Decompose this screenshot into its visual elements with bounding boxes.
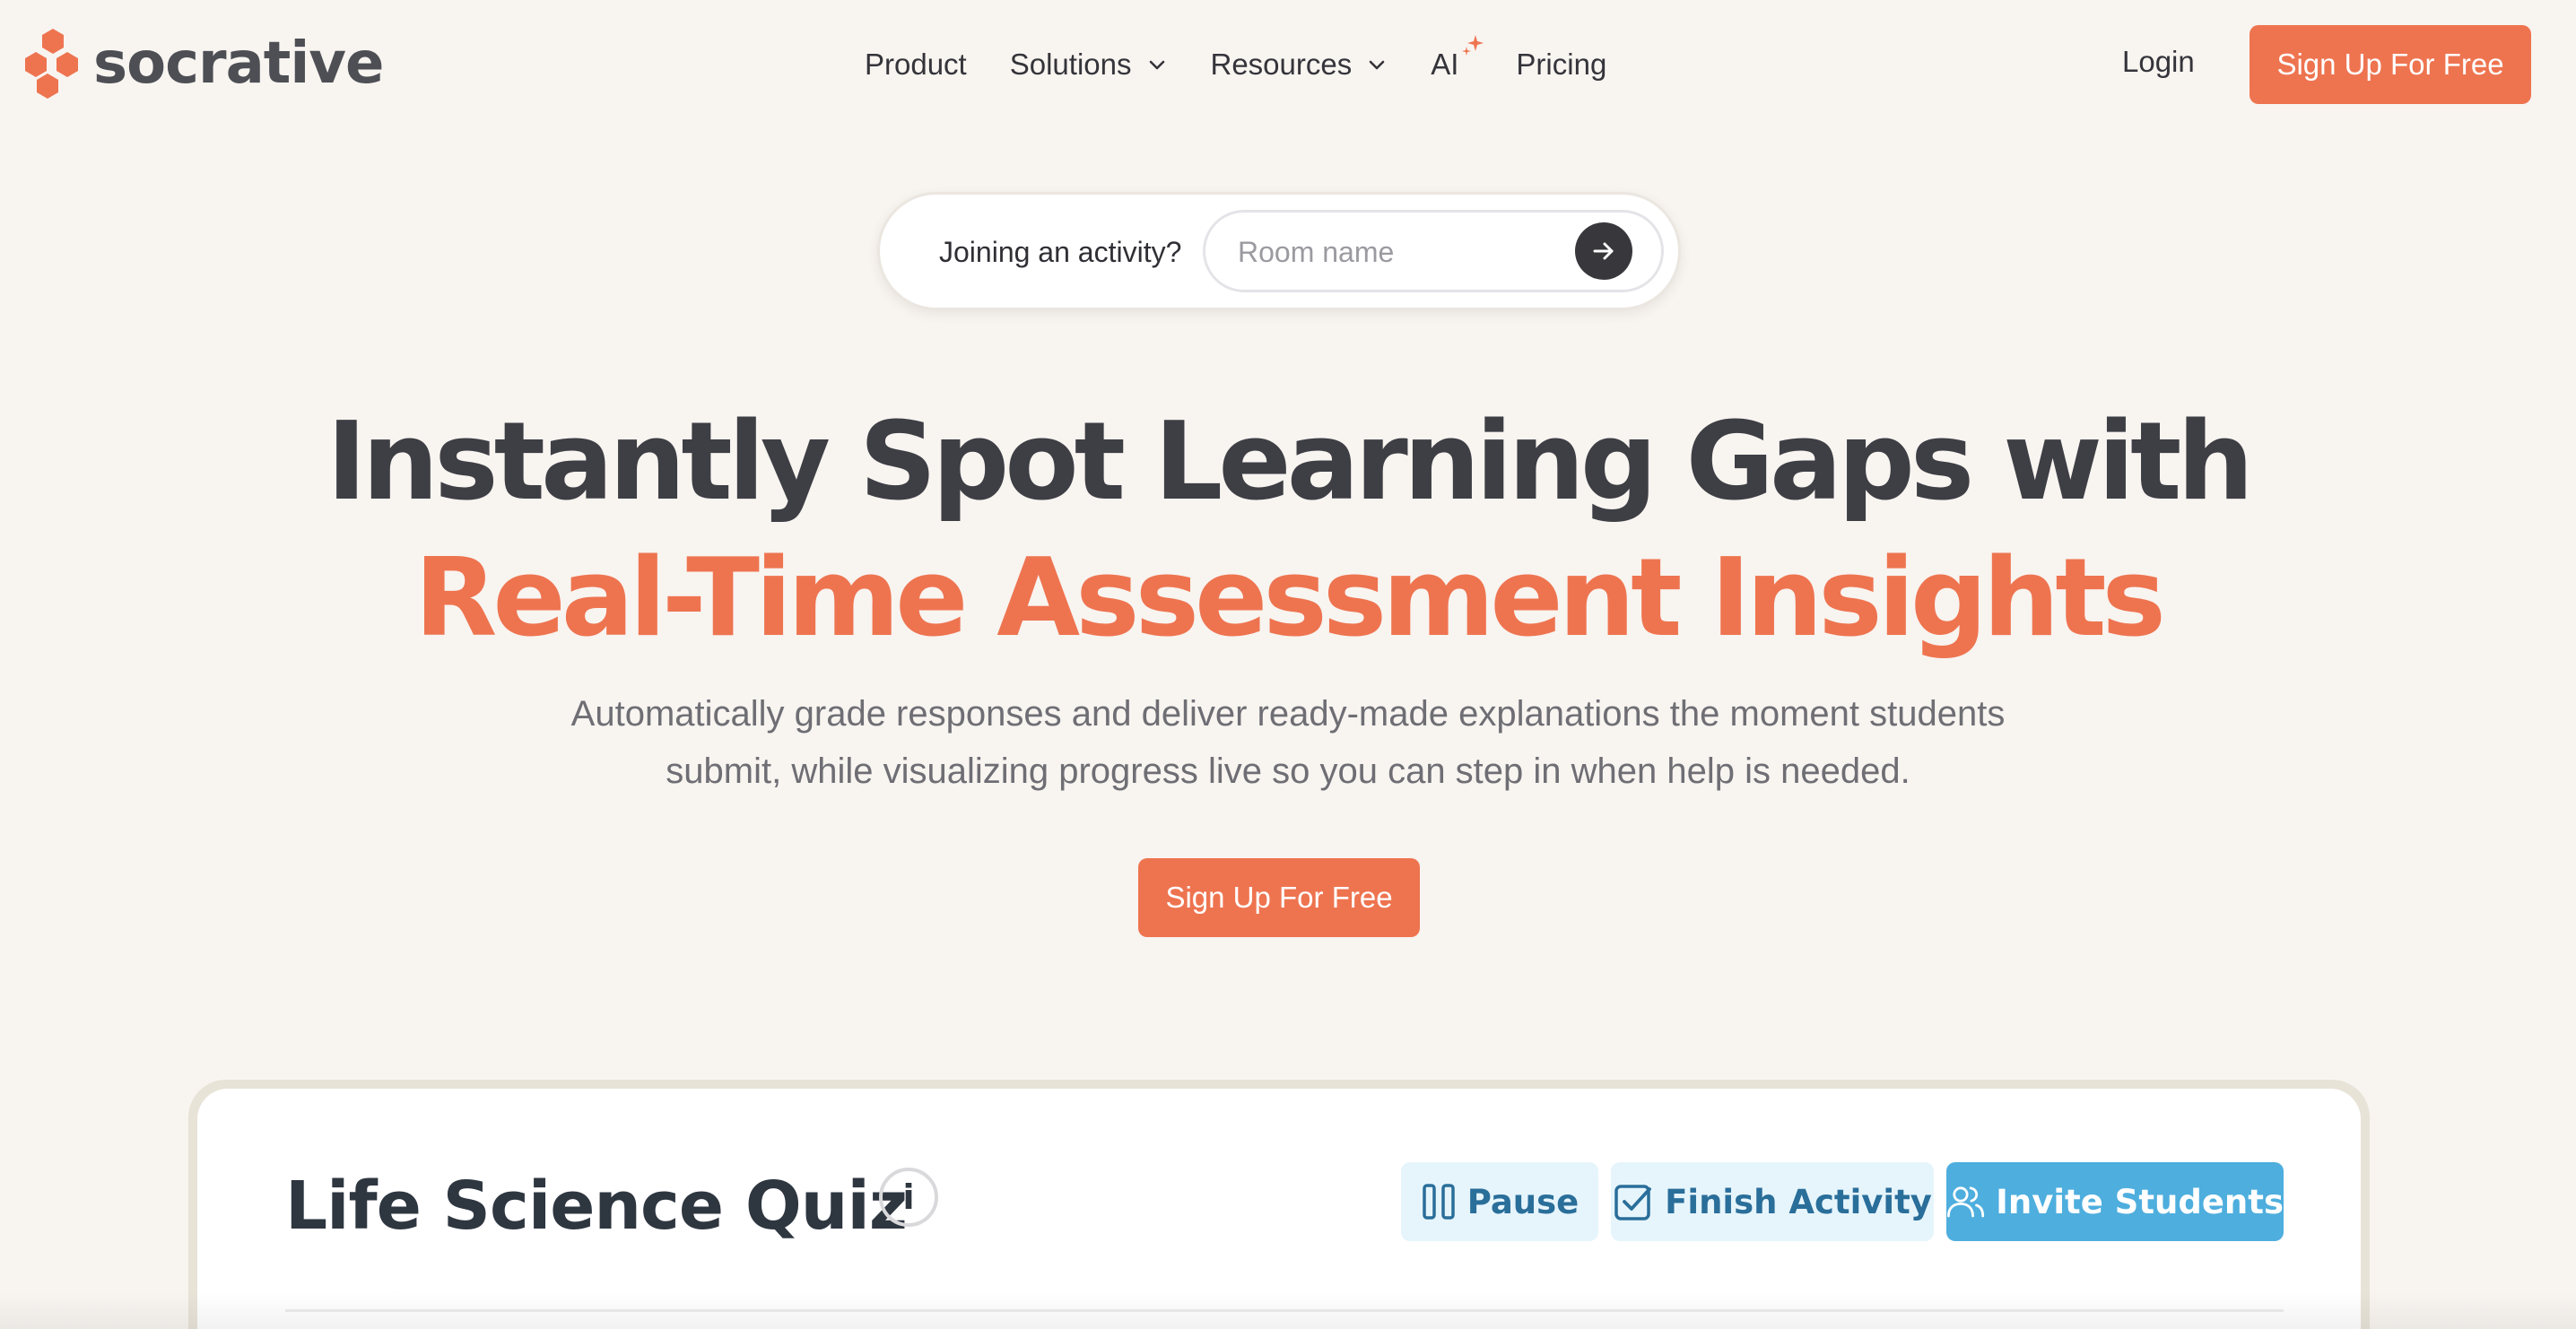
dashboard-preview-frame: Life Science Quiz i Pause Finish Activit… — [188, 1080, 2370, 1329]
login-link[interactable]: Login — [2122, 45, 2195, 79]
nav-item-label: AI — [1431, 48, 1459, 81]
nav-item-ai[interactable]: AI — [1431, 35, 1484, 82]
top-navigation: socrative Product Solutions Resources AI — [0, 0, 2576, 130]
hero-heading-line1: Instantly Spot Learning Gaps with — [326, 400, 2254, 525]
brand-name: socrative — [93, 30, 384, 97]
room-name-field — [1203, 210, 1664, 292]
nav-signup-button[interactable]: Sign Up For Free — [2250, 25, 2531, 104]
info-icon[interactable]: i — [879, 1168, 938, 1227]
divider — [285, 1309, 2284, 1312]
check-square-icon — [1614, 1185, 1652, 1220]
finish-activity-label: Finish Activity — [1665, 1182, 1932, 1221]
hero-subtitle: Automatically grade responses and delive… — [570, 694, 2006, 791]
chevron-down-icon — [1369, 60, 1385, 70]
nav-item-label: Resources — [1210, 48, 1353, 81]
users-icon — [1946, 1186, 1985, 1218]
finish-activity-button[interactable]: Finish Activity — [1611, 1162, 1934, 1241]
sparkle-icon — [1462, 35, 1484, 56]
nav-item-solutions[interactable]: Solutions — [1010, 48, 1168, 82]
join-submit-button[interactable] — [1575, 222, 1632, 280]
join-activity-label: Joining an activity? — [939, 236, 1182, 268]
dashboard-preview-card: Life Science Quiz i Pause Finish Activit… — [197, 1089, 2361, 1329]
nav-item-label: Pricing — [1516, 48, 1607, 81]
nav-item-pricing[interactable]: Pricing — [1516, 48, 1606, 82]
arrow-right-icon — [1593, 242, 1614, 260]
nav-links: Product Solutions Resources AI Pricing — [865, 35, 1649, 86]
nav-item-label: Product — [865, 48, 967, 81]
join-activity-box: Joining an activity? — [877, 192, 1681, 310]
nav-item-resources[interactable]: Resources — [1211, 48, 1388, 82]
pause-icon — [1422, 1184, 1455, 1220]
nav-item-label: Solutions — [1009, 48, 1132, 81]
chevron-down-icon — [1149, 60, 1164, 70]
pause-label: Pause — [1466, 1182, 1580, 1221]
hero-heading-line2: Real-Time Assessment Insights — [414, 536, 2166, 661]
pause-button[interactable]: Pause — [1401, 1162, 1598, 1241]
hero-heading: Instantly Spot Learning Gaps with Real-T… — [0, 395, 2576, 667]
invite-students-button[interactable]: Invite Students — [1946, 1162, 2284, 1241]
room-name-input[interactable] — [1238, 232, 1579, 272]
socrative-logo[interactable]: socrative — [25, 27, 384, 100]
hero-signup-button[interactable]: Sign Up For Free — [1138, 858, 1420, 937]
nav-item-product[interactable]: Product — [865, 48, 967, 82]
hexagon-logo-icon — [25, 29, 78, 99]
quiz-title: Life Science Quiz — [285, 1168, 908, 1245]
invite-students-label: Invite Students — [1996, 1182, 2284, 1221]
